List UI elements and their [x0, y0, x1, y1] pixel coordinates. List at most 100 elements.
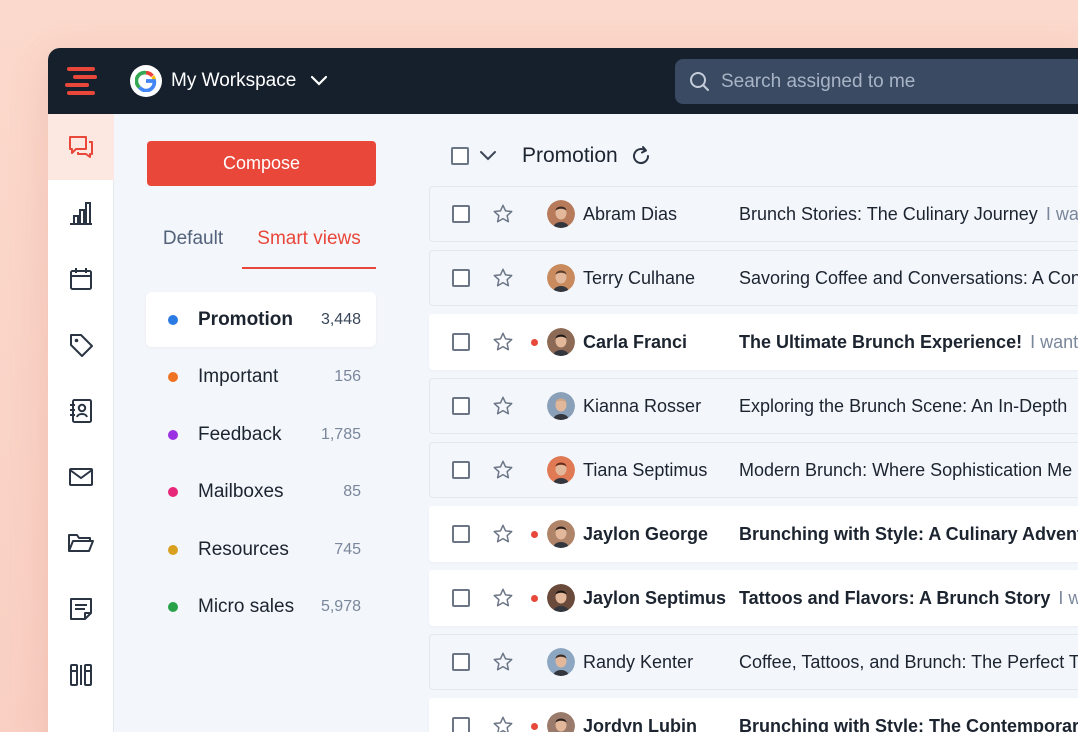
rail-notes[interactable]: [48, 576, 114, 642]
row-checkbox[interactable]: [452, 717, 470, 732]
message-text: Brunching with Style: The Contemporary: [739, 716, 1078, 732]
table-row[interactable]: Tiana Septimus Modern Brunch: Where Sophi…: [429, 442, 1078, 498]
list-title: Promotion: [522, 144, 618, 167]
subject: Brunch Stories: The Culinary Journey: [739, 203, 1038, 224]
subject: Brunching with Style: The Contemporary: [739, 715, 1078, 732]
sender-name: Tiana Septimus: [583, 459, 708, 480]
row-checkbox[interactable]: [452, 269, 470, 287]
table-row[interactable]: Jaylon Septimus Tattoos and Flavors: A Br…: [429, 570, 1078, 626]
rail-tags[interactable]: [48, 312, 114, 378]
mail-icon: [69, 468, 93, 486]
snippet: I wa: [1058, 587, 1078, 608]
view-color-dot: [168, 429, 178, 440]
sender-name: Kianna Rosser: [583, 395, 702, 416]
table-row[interactable]: Abram Dias Brunch Stories: The Culinary J…: [429, 186, 1078, 242]
subject: Tattoos and Flavors: A Brunch Story: [739, 587, 1051, 608]
star-icon[interactable]: [492, 587, 514, 609]
message-text: Brunch Stories: The Culinary Journey I wa: [739, 204, 1078, 225]
star-icon[interactable]: [492, 331, 514, 353]
subject: Savoring Coffee and Conversations: A Con: [739, 267, 1078, 288]
row-checkbox[interactable]: [452, 525, 470, 543]
compose-button[interactable]: Compose: [147, 141, 376, 186]
star-icon[interactable]: [492, 203, 514, 225]
chevron-down-icon: [310, 75, 328, 87]
message-text: The Ultimate Brunch Experience! I wante: [739, 332, 1078, 353]
view-count: 1,785: [320, 425, 361, 443]
rail-tools[interactable]: [48, 642, 114, 708]
row-checkbox[interactable]: [452, 205, 470, 223]
star-icon[interactable]: [492, 651, 514, 673]
message-text: Modern Brunch: Where Sophistication Me: [739, 460, 1078, 481]
smart-view-item[interactable]: Resources 745: [146, 522, 376, 577]
table-row[interactable]: Kianna Rosser Exploring the Brunch Scene:…: [429, 378, 1078, 434]
row-checkbox[interactable]: [452, 397, 470, 415]
select-all-checkbox[interactable]: [451, 147, 469, 165]
view-tabs: Default Smart views: [144, 214, 376, 269]
view-label: Feedback: [198, 423, 282, 445]
view-color-dot: [168, 544, 178, 555]
message-text: Tattoos and Flavors: A Brunch Story I wa: [739, 588, 1078, 609]
table-row[interactable]: Terry Culhane Savoring Coffee and Convers…: [429, 250, 1078, 306]
unread-dot: [531, 338, 538, 346]
view-count: 5,978: [320, 598, 361, 615]
star-icon[interactable]: [492, 523, 514, 545]
table-row[interactable]: Carla Franci The Ultimate Brunch Experien…: [429, 314, 1078, 370]
view-color-dot: [168, 487, 178, 497]
rail-conversations[interactable]: [48, 114, 114, 180]
refresh-icon[interactable]: [630, 145, 652, 167]
tab-default[interactable]: Default: [144, 214, 242, 269]
rail-files[interactable]: [48, 510, 114, 576]
top-bar: My Workspace: [48, 48, 1078, 114]
avatar: [547, 200, 575, 228]
row-checkbox[interactable]: [452, 589, 470, 607]
smart-views-list: Promotion 3,448 Important 156 Feedback 1,785 M…: [146, 292, 376, 637]
row-checkbox[interactable]: [452, 461, 470, 479]
message-text: Brunching with Style: A Culinary Adventu: [739, 524, 1078, 545]
smart-view-item[interactable]: Feedback 1,785: [146, 407, 376, 462]
avatar: [547, 392, 575, 420]
table-row[interactable]: Jordyn Lubin Brunching with Style: The Co…: [429, 698, 1078, 732]
row-checkbox[interactable]: [452, 653, 470, 671]
app-logo[interactable]: [48, 48, 114, 114]
smart-view-item[interactable]: Important 156: [146, 350, 376, 405]
row-checkbox[interactable]: [452, 333, 470, 351]
subject: Coffee, Tattoos, and Brunch: The Perfect…: [739, 651, 1078, 672]
sender-name: Abram Dias: [583, 203, 678, 224]
smart-view-item[interactable]: Mailboxes 85: [146, 465, 376, 520]
subject: Exploring the Brunch Scene: An In-Depth: [739, 395, 1068, 416]
view-count: 156: [334, 368, 361, 385]
workspace-switcher[interactable]: My Workspace: [130, 65, 328, 97]
table-row[interactable]: Jaylon George Brunching with Style: A Cul…: [429, 506, 1078, 562]
folder-icon: [68, 534, 94, 552]
view-color-dot: [168, 372, 178, 382]
snippet: I wante: [1030, 331, 1078, 352]
tag-icon: [70, 334, 93, 357]
rail-contacts[interactable]: [48, 378, 114, 444]
subject: The Ultimate Brunch Experience!: [739, 331, 1023, 352]
star-icon[interactable]: [492, 267, 514, 289]
smart-view-item[interactable]: Promotion 3,448: [146, 292, 376, 347]
view-label: Micro sales: [198, 596, 295, 617]
message-text: Exploring the Brunch Scene: An In-Depth: [739, 396, 1075, 417]
view-label: Resources: [198, 538, 289, 560]
table-row[interactable]: Randy Kenter Coffee, Tattoos, and Brunch:…: [429, 634, 1078, 690]
star-icon[interactable]: [492, 459, 514, 481]
star-icon[interactable]: [492, 715, 514, 732]
search-input[interactable]: [721, 70, 1078, 93]
smart-view-item[interactable]: Micro sales 5,978: [146, 580, 376, 635]
notes-icon: [70, 598, 92, 620]
sender-name: Randy Kenter: [583, 651, 694, 672]
star-icon[interactable]: [492, 395, 514, 417]
rail-reports[interactable]: [48, 180, 114, 246]
select-dropdown-chevron-icon[interactable]: [479, 150, 497, 162]
message-text: Savoring Coffee and Conversations: A Con: [739, 268, 1078, 289]
view-count: 85: [343, 483, 361, 500]
rail-mail[interactable]: [48, 444, 114, 510]
avatar: [547, 264, 575, 292]
snippet: I wa: [1045, 203, 1078, 224]
rail-calendar[interactable]: [48, 246, 114, 312]
view-count: 3,448: [320, 310, 361, 328]
google-g-icon: [130, 65, 162, 97]
bar-chart-icon: [70, 202, 92, 225]
tab-smart-views[interactable]: Smart views: [242, 214, 376, 269]
